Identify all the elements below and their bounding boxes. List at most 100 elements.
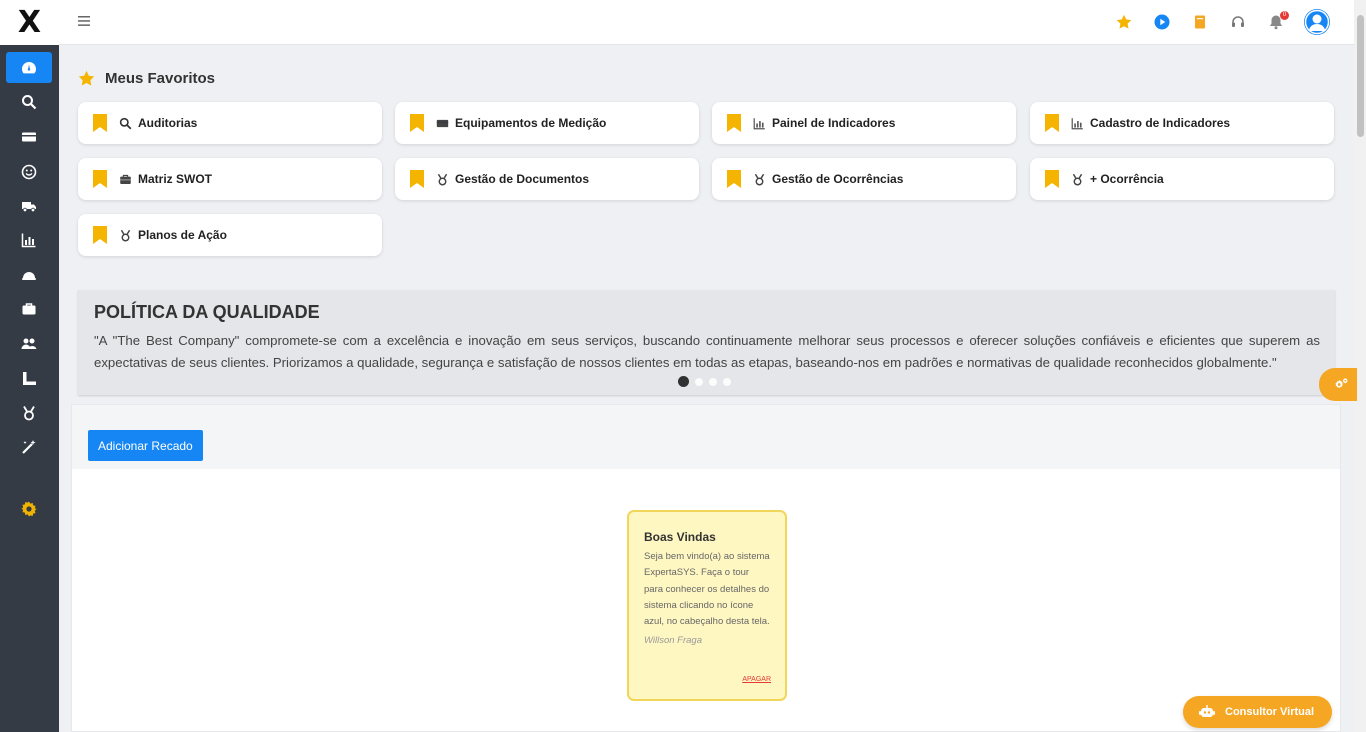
favorite-label: + Ocorrência — [1090, 172, 1164, 186]
favorite-card-nova-ocorrencia[interactable]: + Ocorrência — [1030, 158, 1334, 200]
robot-icon — [1199, 705, 1215, 719]
add-message-button[interactable]: Adicionar Recado — [88, 430, 203, 461]
note-body: Seja bem vindo(a) ao sistema ExpertaSYS.… — [644, 551, 770, 628]
favorite-label: Planos de Ação — [138, 228, 227, 242]
user-avatar[interactable] — [1304, 9, 1330, 35]
star-icon — [78, 70, 95, 87]
note-author: Willson Fraga — [644, 635, 702, 647]
quality-policy-banner: POLÍTICA DA QUALIDADE "A "The Best Compa… — [78, 290, 1335, 395]
sidebar-item-briefcase[interactable] — [6, 293, 52, 324]
virtual-consultant-button[interactable]: Consultor Virtual — [1183, 696, 1332, 728]
book-icon — [1192, 14, 1208, 30]
star-icon — [1116, 14, 1132, 30]
card-icon — [436, 117, 449, 130]
sidebar: X — [0, 0, 59, 732]
play-icon — [1154, 14, 1170, 30]
favorites-button[interactable] — [1114, 12, 1134, 32]
favorite-card-matriz-swot[interactable]: Matriz SWOT — [78, 158, 382, 200]
bookmark-icon — [93, 114, 107, 132]
truck-icon — [21, 198, 37, 214]
smiley-icon — [21, 164, 37, 180]
app-logo-text: X — [17, 4, 42, 40]
bookmark-icon — [93, 170, 107, 188]
favorite-card-gestao-documentos[interactable]: Gestão de Documentos — [395, 158, 699, 200]
gauge-icon — [21, 60, 37, 76]
favorite-label: Gestão de Ocorrências — [772, 172, 904, 186]
carousel-dot-2[interactable] — [695, 377, 703, 386]
bookmark-icon — [1045, 114, 1059, 132]
notifications-button[interactable]: 0 — [1266, 11, 1289, 32]
bookmark-icon — [1045, 170, 1059, 188]
sidebar-item-equipments[interactable] — [6, 121, 52, 152]
notification-badge: 0 — [1280, 11, 1289, 20]
sidebar-item-wand[interactable] — [6, 431, 52, 462]
sidebar-item-safety[interactable] — [6, 259, 52, 290]
note-title: Boas Vindas — [644, 530, 716, 544]
bookmark-icon — [727, 114, 741, 132]
medal-icon — [753, 173, 766, 186]
favorite-card-cadastro-indicadores[interactable]: Cadastro de Indicadores — [1030, 102, 1334, 144]
user-avatar-icon — [1304, 9, 1330, 35]
sidebar-item-satisfaction[interactable] — [6, 156, 52, 187]
chart-icon — [1071, 117, 1084, 130]
search-icon — [119, 117, 132, 130]
chart-icon — [21, 232, 37, 248]
sidebar-item-settings[interactable] — [6, 493, 52, 524]
favorite-label: Matriz SWOT — [138, 172, 212, 186]
sidebar-item-users[interactable] — [6, 328, 52, 359]
favorites-title: Meus Favoritos — [78, 70, 215, 87]
medal-icon — [436, 173, 449, 186]
favorite-card-painel-indicadores[interactable]: Painel de Indicadores — [712, 102, 1016, 144]
briefcase-icon — [119, 173, 132, 186]
carousel-dot-4[interactable] — [723, 377, 731, 386]
favorite-card-gestao-ocorrencias[interactable]: Gestão de Ocorrências — [712, 158, 1016, 200]
bookmark-icon — [93, 226, 107, 244]
sidebar-item-quality[interactable] — [6, 397, 52, 428]
briefcase-icon — [21, 301, 37, 317]
favorites-title-text: Meus Favoritos — [105, 70, 216, 87]
bookmark-icon — [410, 170, 424, 188]
favorite-label: Gestão de Documentos — [455, 172, 590, 186]
carousel-dots — [678, 376, 737, 387]
medal-icon — [119, 229, 132, 242]
sticky-note: Boas Vindas Seja bem vindo(a) ao sistema… — [627, 510, 787, 701]
gear-icon — [21, 501, 37, 517]
favorite-label: Painel de Indicadores — [772, 116, 896, 130]
messages-toolbar: Adicionar Recado — [72, 405, 1340, 469]
sidebar-item-tools[interactable] — [6, 363, 52, 394]
settings-panel-toggle[interactable] — [1319, 368, 1357, 401]
medal-icon — [1071, 173, 1084, 186]
policy-title: POLÍTICA DA QUALIDADE — [94, 302, 320, 322]
carousel-dot-3[interactable] — [709, 377, 717, 386]
top-header: 0 — [59, 0, 1354, 45]
policy-text: "A "The Best Company" compromete-se com … — [94, 333, 1320, 370]
search-icon — [21, 94, 37, 110]
cogs-icon — [1334, 377, 1349, 392]
bookmark-icon — [410, 114, 424, 132]
users-icon — [21, 336, 37, 352]
app-logo[interactable]: X — [0, 0, 59, 45]
page-scrollbar[interactable] — [1354, 0, 1366, 732]
note-delete-link[interactable]: APAGAR — [742, 676, 771, 683]
carousel-dot-1[interactable] — [678, 376, 689, 387]
favorite-label: Cadastro de Indicadores — [1090, 116, 1231, 130]
sidebar-item-logistics[interactable] — [6, 190, 52, 221]
medal-icon — [21, 405, 37, 421]
messages-board: Adicionar Recado Boas Vindas Seja bem vi… — [71, 404, 1341, 732]
favorite-label: Auditorias — [138, 116, 198, 130]
favorite-card-auditorias[interactable]: Auditorias — [78, 102, 382, 144]
favorite-card-equipamentos[interactable]: Equipamentos de Medição — [395, 102, 699, 144]
scrollbar-thumb[interactable] — [1357, 15, 1364, 137]
virtual-consultant-label: Consultor Virtual — [1225, 706, 1315, 718]
favorite-card-planos-acao[interactable]: Planos de Ação — [78, 214, 382, 256]
header-actions: 0 — [1096, 8, 1330, 36]
wand-icon — [21, 439, 37, 455]
hamburger-menu-icon[interactable] — [77, 14, 91, 28]
manual-button[interactable] — [1190, 12, 1210, 32]
sidebar-item-search[interactable] — [6, 86, 52, 117]
tour-button[interactable] — [1152, 12, 1172, 32]
support-button[interactable] — [1228, 12, 1248, 32]
sidebar-item-indicators[interactable] — [6, 224, 52, 255]
sidebar-item-dashboard[interactable] — [6, 52, 52, 83]
ruler-icon — [21, 371, 37, 387]
